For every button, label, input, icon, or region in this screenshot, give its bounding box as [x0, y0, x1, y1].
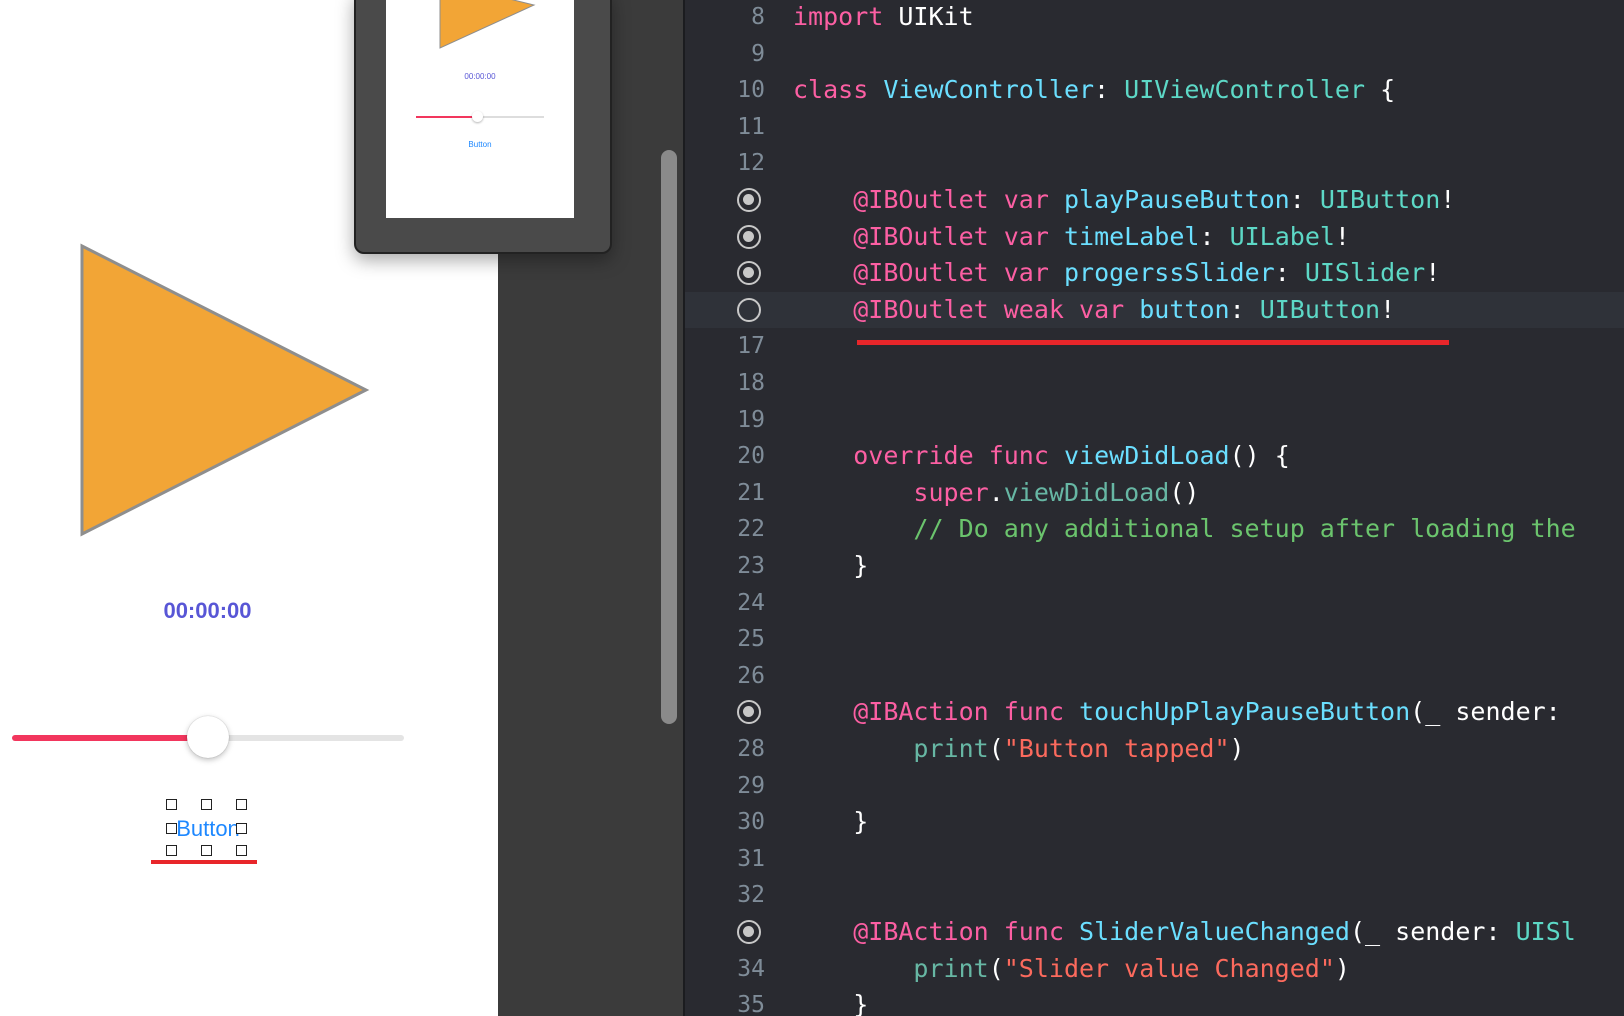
outlet-connected-icon[interactable] [737, 188, 761, 212]
code-line[interactable]: 29 [685, 768, 1624, 804]
resize-handle-bottom[interactable] [201, 845, 212, 856]
preview-button: Button [468, 140, 492, 149]
code-text[interactable]: @IBAction func SliderValueChanged(_ send… [793, 914, 1576, 950]
code-text[interactable]: override func viewDidLoad() { [793, 438, 1290, 474]
line-number: 26 [737, 662, 765, 689]
slider-thumb[interactable] [187, 716, 229, 758]
resize-handle-right[interactable] [236, 823, 247, 834]
code-line[interactable]: 10 class ViewController: UIViewController… [685, 72, 1624, 108]
outlet-connected-icon[interactable] [737, 224, 761, 249]
slider-min-track [12, 735, 208, 741]
resize-handle-top-right[interactable] [236, 799, 247, 810]
line-number: 19 [737, 406, 765, 433]
code-line[interactable]: 25 [685, 621, 1624, 657]
code-text[interactable]: @IBAction func touchUpPlayPauseButton(_ … [793, 694, 1561, 730]
line-number: 25 [737, 626, 765, 653]
code-line[interactable]: @IBOutlet var progerssSlider: UISlider! [685, 255, 1624, 291]
code-line[interactable]: 34 print("Slider value Changed") [685, 951, 1624, 987]
outlet-disconnected-icon[interactable] [737, 297, 761, 322]
resize-handle-top-left[interactable] [166, 799, 177, 810]
code-text[interactable]: super.viewDidLoad() [793, 475, 1199, 511]
code-editor[interactable]: 8 import UIKit 9 10 class ViewController: UI… [685, 0, 1624, 1016]
line-number: 23 [737, 553, 765, 579]
code-line[interactable]: 8 import UIKit [685, 0, 1624, 35]
line-number: 22 [737, 516, 765, 543]
preview-screen: 00:00:00 Button [386, 0, 574, 218]
preview-slider-max [478, 116, 544, 118]
play-triangle-shape [80, 243, 370, 537]
outlet-connected-icon[interactable] [737, 920, 761, 944]
preview-time-label: 00:00:00 [464, 72, 496, 81]
code-line[interactable]: 20 override func viewDidLoad() { [685, 438, 1624, 474]
code-text[interactable]: import UIKit [793, 0, 974, 35]
line-number: 8 [751, 4, 765, 30]
code-text[interactable]: @IBOutlet weak var button: UIButton! [793, 292, 1395, 328]
code-line[interactable]: 22 // Do any additional setup after load… [685, 511, 1624, 547]
line-number: 32 [737, 882, 765, 909]
preview-slider-min [416, 116, 478, 118]
code-line[interactable]: @IBOutlet var timeLabel: UILabel! [685, 219, 1624, 255]
code-line[interactable]: 32 [685, 877, 1624, 913]
line-number: 12 [737, 150, 765, 177]
code-text[interactable]: } [793, 804, 868, 840]
code-line[interactable]: 21 super.viewDidLoad() [685, 475, 1624, 511]
line-number: 20 [737, 443, 765, 470]
code-text[interactable]: } [793, 548, 868, 584]
line-number: 17 [737, 333, 765, 360]
code-line[interactable]: 18 [685, 365, 1624, 401]
code-line[interactable]: 28 print("Button tapped") [685, 731, 1624, 767]
line-number: 34 [737, 955, 765, 982]
code-text[interactable]: print("Button tapped") [793, 731, 1244, 767]
line-number: 30 [737, 809, 765, 836]
code-line[interactable]: 30 } [685, 804, 1624, 840]
preview-slider-thumb [472, 111, 483, 122]
line-number: 10 [737, 77, 765, 104]
code-line[interactable]: @IBOutlet var playPauseButton: UIButton! [685, 182, 1624, 218]
code-line[interactable]: @IBOutlet weak var button: UIButton! [685, 291, 1624, 328]
code-line[interactable]: 23 } [685, 548, 1624, 584]
code-annotation-underline [857, 340, 1449, 345]
resize-handle-top[interactable] [201, 799, 212, 810]
time-label[interactable]: 00:00:00 [120, 598, 295, 624]
code-line[interactable]: 12 [685, 145, 1624, 181]
scrollbar-thumb[interactable] [661, 150, 677, 724]
line-number: 35 [737, 992, 765, 1016]
resize-handle-bottom-left[interactable] [166, 845, 177, 856]
line-number: 29 [737, 772, 765, 799]
code-text[interactable]: @IBOutlet var progerssSlider: UISlider! [793, 255, 1440, 291]
code-line[interactable]: 17 [685, 328, 1624, 364]
code-text[interactable]: // Do any additional setup after loading… [793, 511, 1575, 547]
resize-handle-bottom-right[interactable] [236, 845, 247, 856]
line-number: 24 [737, 589, 765, 616]
line-number: 9 [751, 40, 765, 67]
line-number: 31 [737, 845, 765, 872]
button-annotation-underline [151, 860, 257, 864]
code-line[interactable]: 19 [685, 402, 1624, 438]
resize-handle-left[interactable] [166, 823, 177, 834]
code-line[interactable]: 31 [685, 841, 1624, 877]
line-number: 21 [737, 479, 765, 506]
code-line[interactable]: 24 [685, 585, 1624, 621]
outlet-connected-icon[interactable] [737, 261, 761, 286]
line-number: 11 [737, 113, 765, 140]
code-line[interactable]: 11 [685, 109, 1624, 145]
slider-max-track [208, 735, 404, 741]
line-number: 18 [737, 370, 765, 396]
preview-play-icon [439, 0, 536, 49]
code-line[interactable]: @IBAction func SliderValueChanged(_ send… [685, 914, 1624, 950]
device-preview: 00:00:00 Button [354, 0, 612, 254]
code-text[interactable]: @IBOutlet var playPauseButton: UIButton! [793, 182, 1455, 218]
progress-slider[interactable] [12, 716, 404, 760]
code-text[interactable]: } [793, 987, 868, 1016]
code-text[interactable]: @IBOutlet var timeLabel: UILabel! [793, 219, 1350, 255]
code-line[interactable]: 26 [685, 658, 1624, 694]
code-text[interactable]: class ViewController: UIViewController { [793, 72, 1395, 108]
code-line[interactable]: 9 [685, 36, 1624, 72]
preview-play-shape [439, 0, 536, 49]
code-line[interactable]: @IBAction func touchUpPlayPauseButton(_ … [685, 694, 1624, 730]
line-number: 28 [737, 736, 765, 762]
code-line[interactable]: 35 } [685, 987, 1624, 1016]
code-text[interactable]: print("Slider value Changed") [793, 951, 1350, 987]
outlet-connected-icon[interactable] [737, 700, 761, 725]
